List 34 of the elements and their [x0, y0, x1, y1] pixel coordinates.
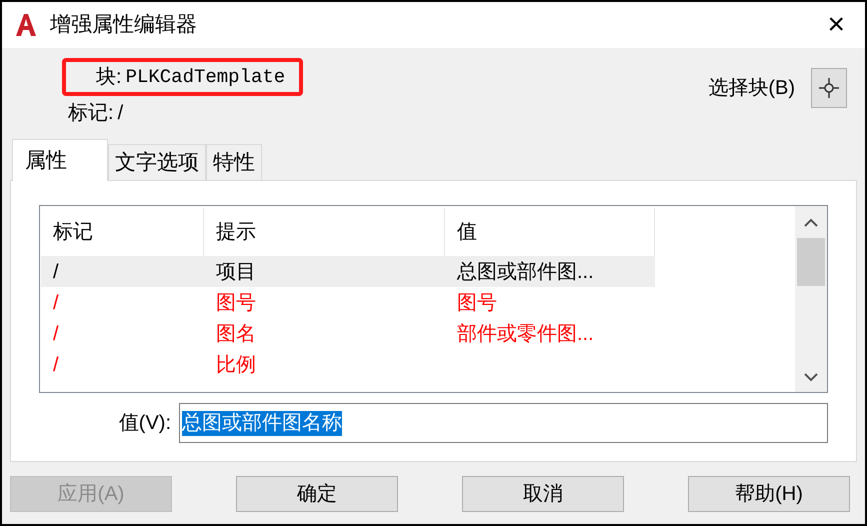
table-cell-text: / [53, 290, 59, 316]
scrollbar[interactable] [795, 206, 827, 392]
select-block-button[interactable] [811, 68, 847, 108]
table-row[interactable]: / 项目 总图或部件图... [41, 256, 655, 287]
tag-label: 标记: [68, 101, 114, 126]
tab[interactable]: 文字选项 [108, 144, 206, 180]
table-cell-text: 部件或零件图... [457, 322, 594, 346]
scroll-up-icon[interactable] [804, 218, 818, 228]
close-button[interactable]: × [819, 10, 853, 40]
table-cell-text: / [53, 322, 59, 346]
table-cell-text: 比例 [216, 352, 256, 378]
select-block-label: 选择块(B) [708, 76, 795, 101]
table-cell-text: / [53, 260, 59, 284]
block-label: 块: [96, 65, 122, 90]
app-logo-icon [14, 13, 38, 37]
scroll-down-icon[interactable] [804, 372, 818, 382]
tab[interactable]: 属性 [12, 139, 108, 181]
table-cell-text: 总图或部件图... [457, 260, 594, 284]
table-cell-text: 图名 [216, 322, 256, 346]
value-field[interactable]: 总图或部件图名称 [179, 403, 828, 443]
crosshair-icon [818, 77, 840, 99]
scroll-thumb[interactable] [797, 238, 825, 286]
table-cell-text: 项目 [216, 260, 256, 284]
dialog-button[interactable]: 确定 [236, 476, 398, 512]
dialog-button[interactable]: 取消 [462, 476, 624, 512]
dialog-button[interactable]: 帮助(H) [688, 476, 850, 512]
block-name: PLKCadTemplate [126, 64, 286, 90]
tab[interactable]: 特性 [206, 144, 262, 180]
table-cell-text: 图号 [457, 290, 497, 316]
table-cell-text: / [53, 352, 59, 378]
tag-value: / [118, 101, 124, 126]
value-label: 值(V): [118, 411, 172, 436]
window-title: 增强属性编辑器 [50, 12, 197, 38]
table-cell-text: 图号 [216, 290, 256, 316]
